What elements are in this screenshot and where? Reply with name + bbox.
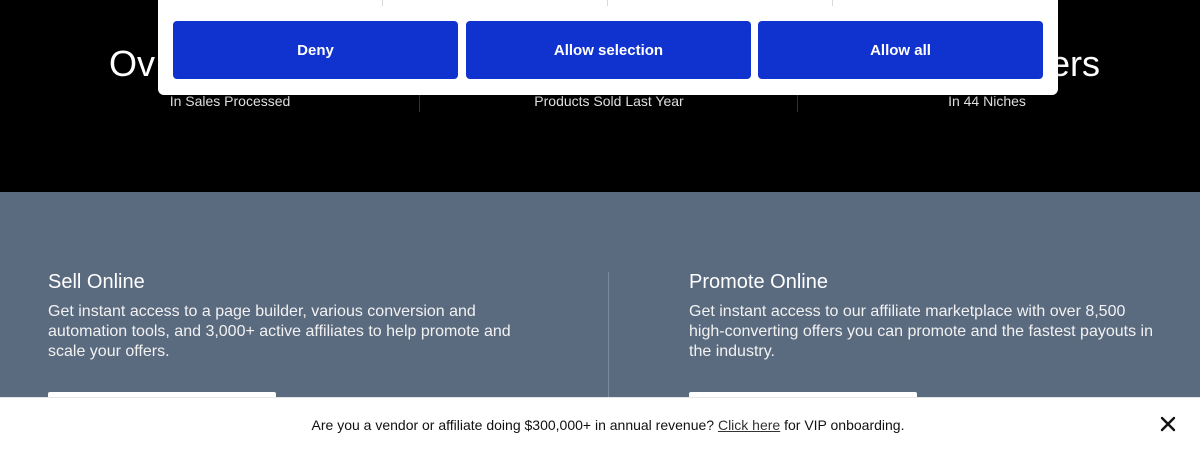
consent-tabs-strip bbox=[158, 0, 1058, 6]
deny-button[interactable]: Deny bbox=[173, 21, 458, 79]
sell-online-card: Sell Online Get instant access to a page… bbox=[48, 270, 528, 362]
tab-separator bbox=[607, 0, 608, 6]
allow-all-button[interactable]: Allow all bbox=[758, 21, 1043, 79]
stat-caption: In 44 Niches bbox=[948, 93, 1026, 109]
vip-text-after: for VIP onboarding. bbox=[780, 417, 905, 433]
vip-click-here-link[interactable]: Click here bbox=[718, 417, 780, 433]
column-divider bbox=[608, 272, 609, 402]
stat-caption: Products Sold Last Year bbox=[534, 93, 684, 109]
vip-onboarding-bar: Are you a vendor or affiliate doing $300… bbox=[0, 397, 1200, 450]
vip-text-before: Are you a vendor or affiliate doing $300… bbox=[311, 417, 718, 433]
promote-online-card: Promote Online Get instant access to our… bbox=[689, 270, 1169, 362]
vip-message: Are you a vendor or affiliate doing $300… bbox=[0, 417, 1200, 433]
promote-online-title: Promote Online bbox=[689, 271, 828, 293]
tab-separator bbox=[382, 0, 383, 6]
cookie-consent-dialog: Deny Allow selection Allow all bbox=[158, 0, 1058, 95]
sell-online-title: Sell Online bbox=[48, 271, 145, 293]
allow-selection-button[interactable]: Allow selection bbox=[466, 21, 751, 79]
promote-online-description: Get instant access to our affiliate mark… bbox=[689, 303, 1153, 360]
close-icon[interactable] bbox=[1158, 414, 1178, 434]
tab-separator bbox=[832, 0, 833, 6]
stat-heading-partial-left: Ov bbox=[109, 43, 156, 84]
close-icon-glyph bbox=[1160, 416, 1176, 432]
sell-online-description: Get instant access to a page builder, va… bbox=[48, 303, 511, 360]
stat-caption: In Sales Processed bbox=[169, 93, 291, 109]
